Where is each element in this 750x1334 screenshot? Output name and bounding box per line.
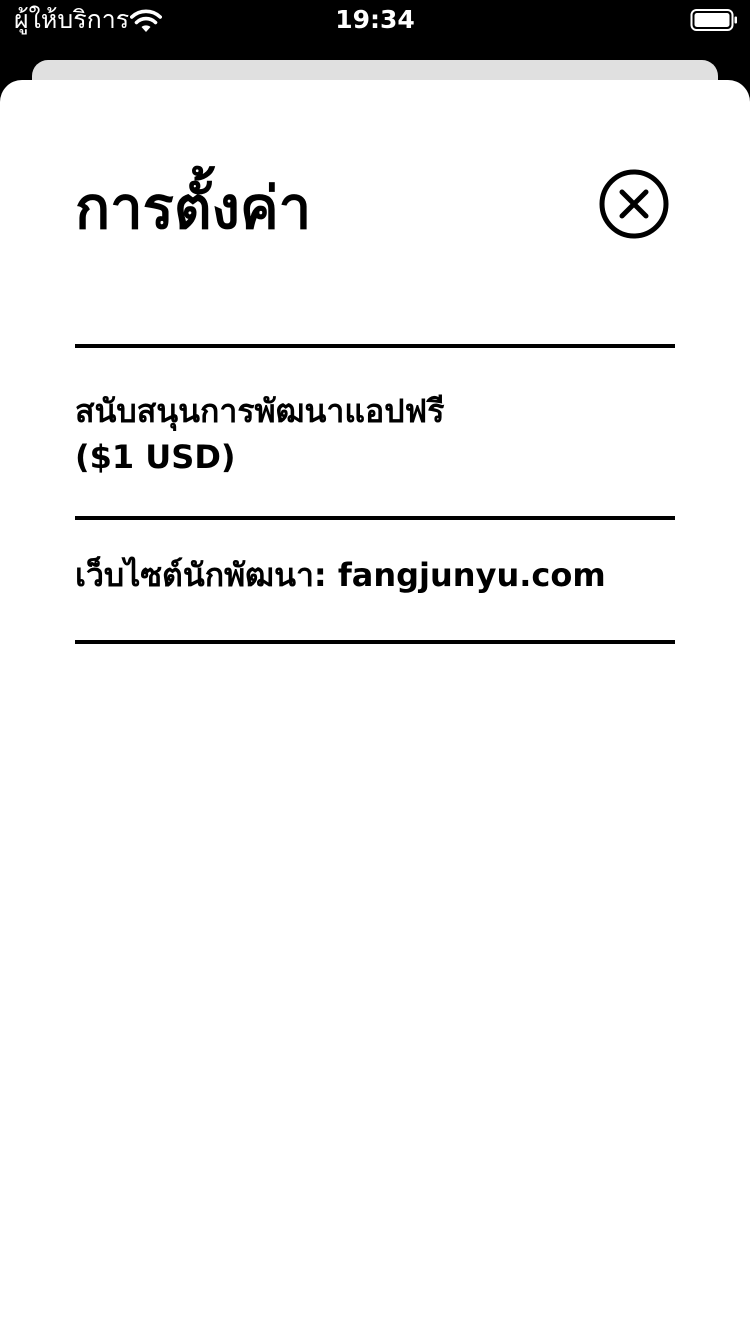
support-development-item[interactable]: สนับสนุนการพัฒนาแอปฟรี ($1 USD) <box>75 348 675 516</box>
page-title: การตั้งค่า <box>75 174 312 242</box>
divider <box>75 640 675 644</box>
support-development-label: สนับสนุนการพัฒนาแอปฟรี <box>75 392 445 430</box>
close-circle-icon <box>599 169 669 239</box>
support-development-price: ($1 USD) <box>75 438 236 476</box>
settings-list: สนับสนุนการพัฒนาแอปฟรี ($1 USD) เว็บไซต์… <box>75 344 675 644</box>
close-button[interactable] <box>598 168 670 240</box>
battery-icon <box>690 8 738 32</box>
screen: ผู้ให้บริการ 19:34 การตั้งค่า สนับสนุนกา… <box>0 0 750 1334</box>
clock: 19:34 <box>335 5 415 34</box>
settings-sheet: การตั้งค่า สนับสนุนการพัฒนาแอปฟรี ($1 US… <box>0 80 750 1334</box>
status-bar: ผู้ให้บริการ 19:34 <box>0 0 750 40</box>
developer-website-item[interactable]: เว็บไซต์นักพัฒนา: fangjunyu.com <box>75 520 675 640</box>
